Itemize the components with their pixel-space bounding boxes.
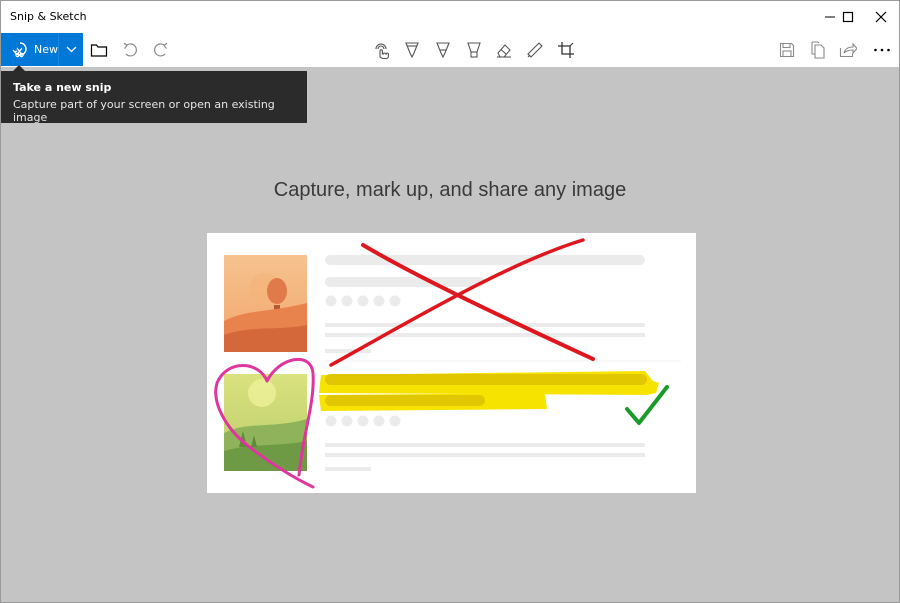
tooltip-title: Take a new snip [13,81,112,94]
maximize-icon [842,11,854,23]
new-snip-icon [12,41,27,57]
eraser-button[interactable] [488,33,519,66]
ballpoint-pen-button[interactable] [396,33,427,66]
content-placeholder-bottom [319,371,659,471]
markup-illustration [214,238,681,489]
crop-icon [557,41,574,58]
copy-button[interactable] [802,33,833,66]
hills-thumbnail [224,374,307,471]
eraser-icon [496,43,511,58]
title-bar: Snip & Sketch [1,1,899,33]
empty-state-illustration [207,233,696,493]
chevron-down-icon [66,46,76,53]
save-icon [779,42,794,57]
touch-writing-button[interactable] [366,33,397,66]
toolbar: New [1,33,899,67]
new-snip-dropdown[interactable] [58,33,83,66]
new-snip-tooltip: Take a new snip Capture part of your scr… [1,71,307,124]
highlighter-icon [466,41,481,58]
open-file-button[interactable] [83,33,114,66]
balloon-thumbnail [224,255,307,352]
crop-button[interactable] [550,33,581,66]
ballpoint-pen-icon [404,41,419,58]
new-snip-button[interactable]: New [1,33,58,66]
share-icon [839,42,857,57]
empty-state-headline: Capture, mark up, and share any image [273,179,627,201]
copy-icon [810,40,825,59]
folder-icon [90,43,107,57]
content-placeholder-top [325,255,645,353]
ruler-button[interactable] [519,33,550,66]
app-title: Snip & Sketch [10,10,87,23]
redo-icon [153,42,167,56]
new-snip-label: New [34,43,58,56]
undo-icon [123,42,137,56]
undo-button[interactable] [114,33,145,66]
tooltip-body: Capture part of your screen or open an e… [13,98,275,124]
more-button[interactable] [866,33,897,66]
pencil-button[interactable] [427,33,458,66]
more-icon [873,48,890,51]
pencil-icon [435,41,450,58]
share-button[interactable] [832,33,863,66]
close-icon [875,11,887,23]
touch-writing-icon [374,43,389,59]
ruler-icon [526,41,543,58]
highlighter-button[interactable] [458,33,489,66]
redo-button[interactable] [145,33,176,66]
save-button[interactable] [771,33,802,66]
close-button[interactable] [858,1,899,33]
app-window: Snip & Sketch New Take a new snip Captur… [0,0,900,603]
